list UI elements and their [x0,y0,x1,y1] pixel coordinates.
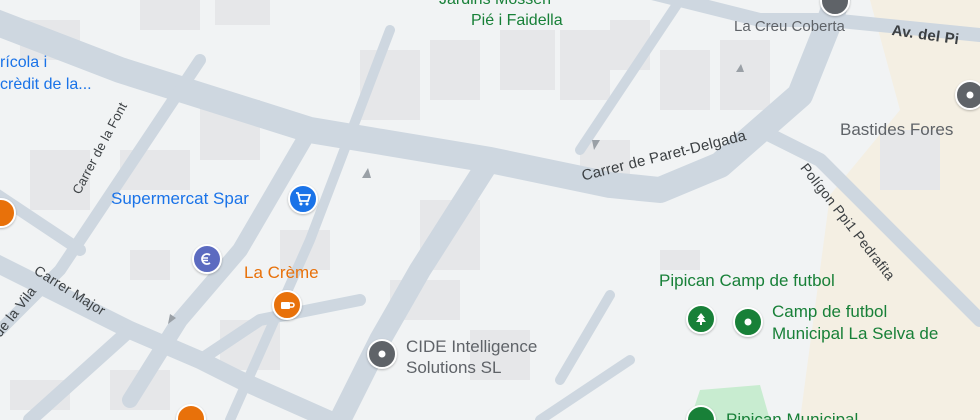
tree-icon[interactable] [686,304,716,334]
place-label-supermercat-spar[interactable]: Supermercat Spar [111,189,249,209]
sports-field-area [800,0,980,420]
place-label-bottom-partial[interactable]: Pipican Municipal [726,410,858,420]
coffee-icon[interactable] [272,290,302,320]
place-pin-icon[interactable] [955,80,980,110]
stadium-icon[interactable] [733,307,763,337]
place-label-caixa-line1[interactable]: rícola i [0,54,47,72]
place-pin-icon[interactable] [367,339,397,369]
place-label-jardins-line2[interactable]: Pié i Faidella [471,12,563,30]
place-label-camp-line2[interactable]: Municipal La Selva de [772,324,938,344]
map-canvas[interactable]: Carrer de la Font Carrer de Paret-Delgad… [0,0,980,420]
place-label-la-creme[interactable]: La Crème [244,263,319,283]
euro-icon[interactable] [192,244,222,274]
place-label-pipican[interactable]: Pipican Camp de futbol [659,271,835,291]
place-label-la-creu-coberta: La Creu Coberta [734,18,845,35]
place-label-camp-line1[interactable]: Camp de futbol [772,302,887,322]
place-label-jardins-line1[interactable]: Jardins Mossèn [439,0,551,9]
place-label-bastides[interactable]: Bastides Fores [840,120,953,140]
shopping-cart-icon[interactable] [288,184,318,214]
place-label-cide-line1[interactable]: CIDE Intelligence [406,337,537,357]
place-label-cide-line2[interactable]: Solutions SL [406,358,501,378]
place-label-caixa-line2[interactable]: crèdit de la... [0,76,92,94]
